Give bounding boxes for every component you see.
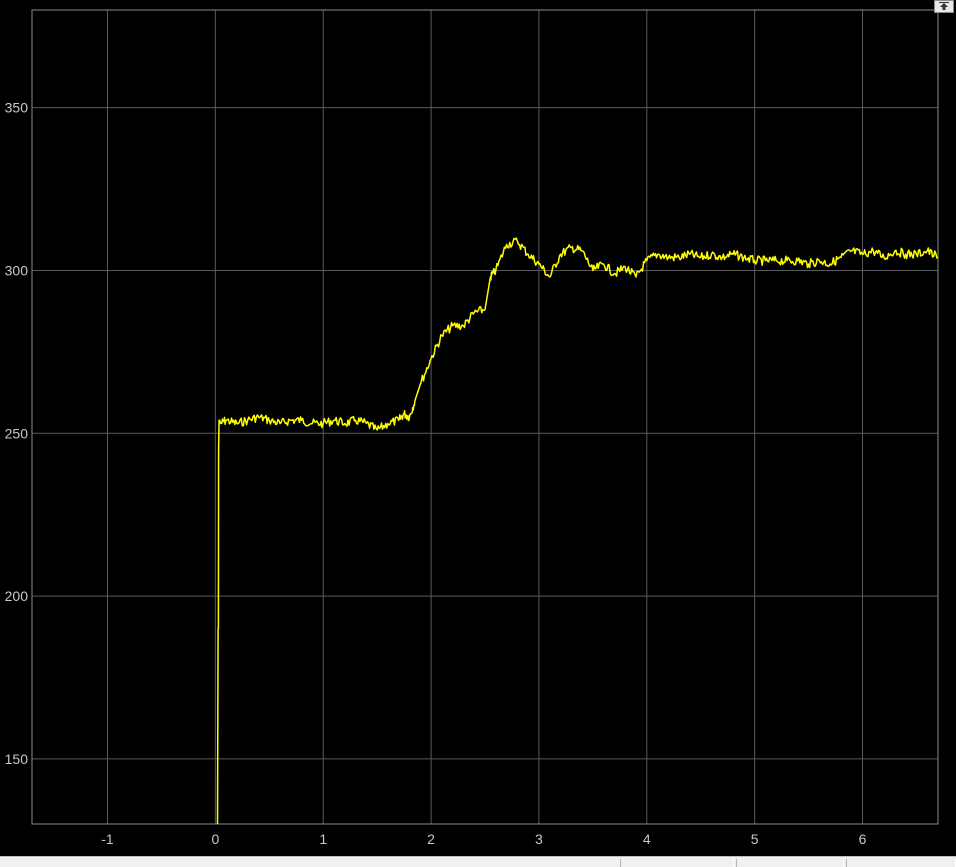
status-bar xyxy=(0,856,956,867)
x-tick-label: 5 xyxy=(751,831,759,847)
expand-arrow-icon xyxy=(939,2,949,10)
x-tick-label: 6 xyxy=(859,831,867,847)
y-tick-label: 300 xyxy=(5,262,29,278)
x-tick-label: 0 xyxy=(211,831,219,847)
scope-plot[interactable]: -1 0 1 2 3 4 5 6 150 200 250 300 350 xyxy=(0,0,956,866)
x-tick-label: -1 xyxy=(101,831,114,847)
y-tick-label: 350 xyxy=(5,100,29,116)
x-tick-label: 2 xyxy=(427,831,435,847)
restore-button[interactable] xyxy=(934,0,954,13)
x-tick-label: 1 xyxy=(319,831,327,847)
x-tick-label: 3 xyxy=(535,831,543,847)
y-tick-label: 250 xyxy=(5,425,29,441)
y-tick-label: 150 xyxy=(5,751,29,767)
x-tick-label: 4 xyxy=(643,831,651,847)
y-tick-label: 200 xyxy=(5,588,29,604)
axes-frame xyxy=(31,9,939,825)
signal-line xyxy=(216,237,939,825)
tick-labels: -1 0 1 2 3 4 5 6 150 200 250 300 350 xyxy=(5,100,867,847)
grid-lines xyxy=(32,10,938,824)
